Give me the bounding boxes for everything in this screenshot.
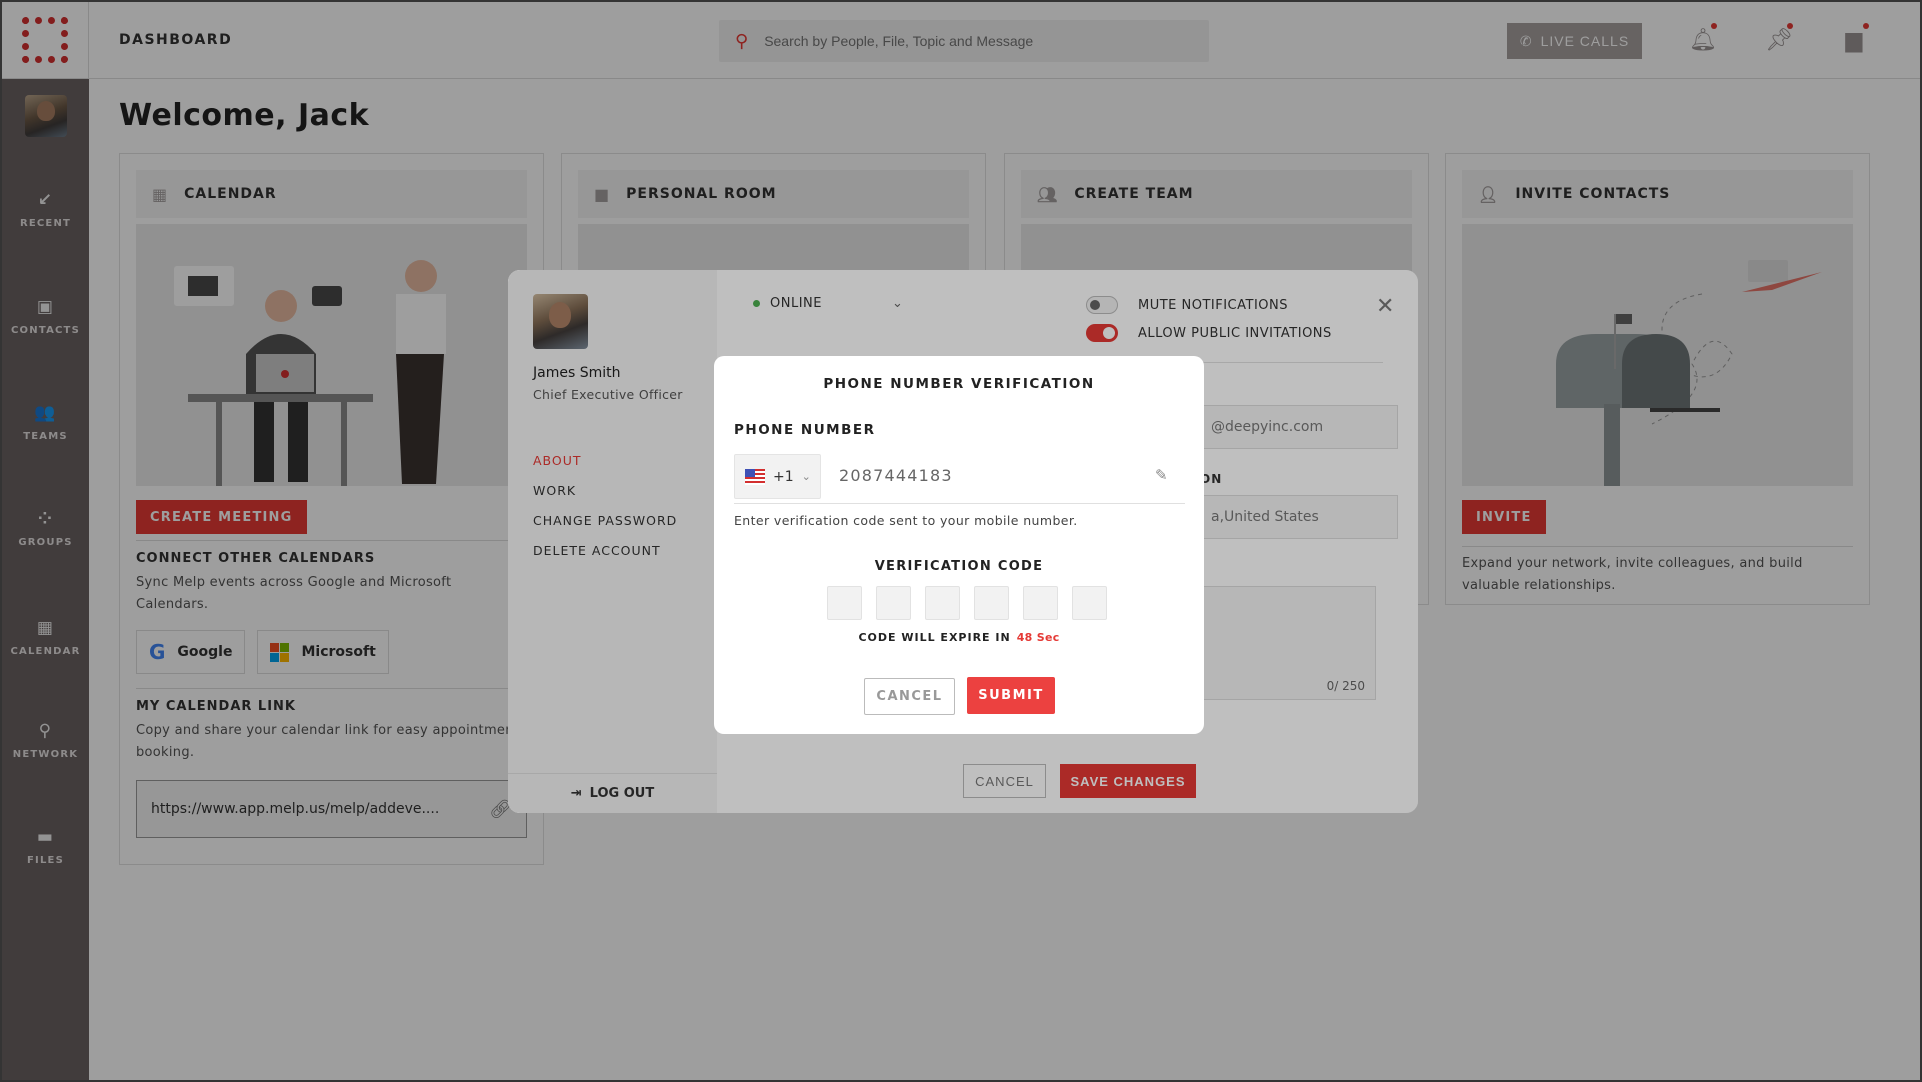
phone-number-label: PHONE NUMBER <box>734 422 876 438</box>
country-code-value: +1 <box>773 468 794 485</box>
verification-hint: Enter verification code sent to your mob… <box>734 513 1078 528</box>
otp-digit-3[interactable] <box>925 586 960 620</box>
verification-code-label: VERIFICATION CODE <box>874 559 1044 574</box>
expiry-countdown: 48 Sec <box>1016 631 1060 644</box>
expiry-label: CODE WILL EXPIRE IN <box>858 631 1011 644</box>
us-flag-icon <box>745 468 765 485</box>
chevron-down-icon: ⌄ <box>801 470 811 483</box>
submit-button[interactable]: SUBMIT <box>967 677 1055 714</box>
pencil-icon[interactable]: ✎ <box>1155 466 1168 484</box>
code-expiry: CODE WILL EXPIRE IN 48 Sec <box>714 631 1204 644</box>
phone-number-value[interactable]: 2087444183 <box>839 466 953 485</box>
otp-inputs <box>827 586 1107 620</box>
otp-digit-5[interactable] <box>1023 586 1058 620</box>
otp-digit-2[interactable] <box>876 586 911 620</box>
phone-verification-dialog: PHONE NUMBER VERIFICATION PHONE NUMBER +… <box>714 356 1204 734</box>
otp-digit-6[interactable] <box>1072 586 1107 620</box>
dialog-title: PHONE NUMBER VERIFICATION <box>823 376 1095 392</box>
otp-digit-1[interactable] <box>827 586 862 620</box>
cancel-button[interactable]: CANCEL <box>864 678 955 715</box>
country-code-select[interactable]: +1 ⌄ <box>734 454 821 499</box>
otp-digit-4[interactable] <box>974 586 1009 620</box>
phone-underline <box>734 503 1185 504</box>
